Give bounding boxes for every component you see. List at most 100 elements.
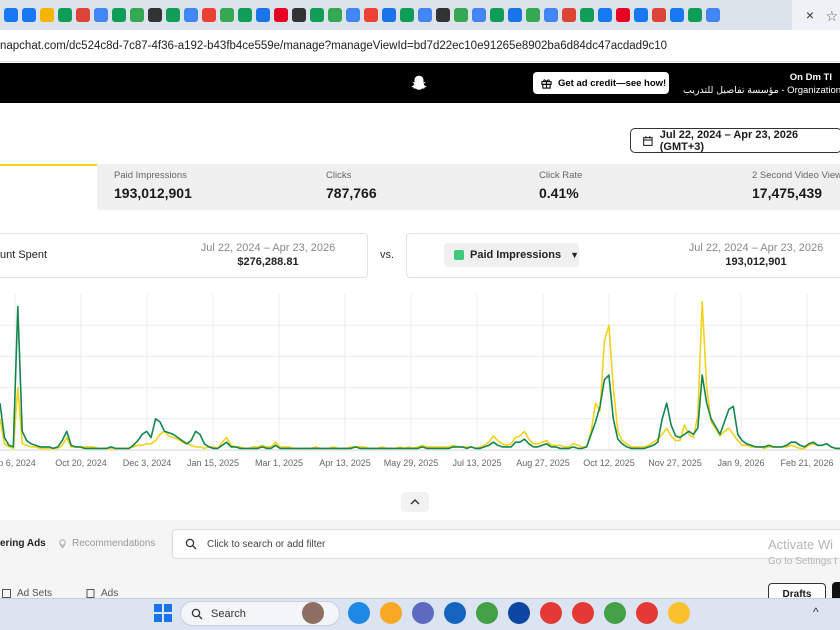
compare-metric-label: Paid Impressions <box>470 249 562 261</box>
tab-favicon-icon[interactable] <box>202 8 216 22</box>
tab-favicon-icon[interactable] <box>130 8 144 22</box>
collapse-chart-button[interactable] <box>401 492 429 512</box>
tab-favicon-icon[interactable] <box>220 8 234 22</box>
x-tick-label: p 6, 2024 <box>0 458 36 468</box>
edge-icon[interactable] <box>348 602 370 624</box>
tab-favicon-icon[interactable] <box>58 8 72 22</box>
tab-favicon-icon[interactable] <box>112 8 126 22</box>
chrome-profile-icon[interactable] <box>636 602 658 624</box>
metric-label: Paid Impressions <box>114 170 187 181</box>
line-chart[interactable]: p 6, 2024 Oct 20, 2024 Dec 3, 2024 Jan 15, … <box>0 290 840 476</box>
tab-favicon-icon[interactable] <box>292 8 306 22</box>
recommendations-label: Recommendations <box>72 538 156 549</box>
x-tick-label: Oct 20, 2024 <box>55 458 107 468</box>
tab-favicon-icon[interactable] <box>652 8 666 22</box>
tab-favicon-icon[interactable] <box>328 8 342 22</box>
compare-metric-select[interactable]: Paid Impressions ▼ <box>444 243 579 267</box>
series-color-swatch <box>454 250 464 260</box>
metric-tile-amount-spent[interactable] <box>0 164 97 210</box>
ad-credit-label: Get ad credit—see how! <box>558 77 667 89</box>
address-bar[interactable]: napchat.com/dc524c8d-7c87-4f36-a192-b43f… <box>0 30 840 62</box>
tab-favicon-icon[interactable] <box>706 8 720 22</box>
metric-value: 193,012,901 <box>114 185 192 201</box>
left-metric-label[interactable]: unt Spent <box>0 249 47 261</box>
get-ad-credit-button[interactable]: Get ad credit—see how! <box>533 72 669 94</box>
tab-favicon-icon[interactable] <box>310 8 324 22</box>
tab-favicon-icon[interactable] <box>580 8 594 22</box>
windows-start-icon[interactable] <box>152 602 174 624</box>
tab-favicon-icon[interactable] <box>544 8 558 22</box>
tab-favicon-icon[interactable] <box>4 8 18 22</box>
metric-value: 17,475,439 <box>752 185 823 201</box>
tab-favicon-icon[interactable] <box>184 8 198 22</box>
chrome-icon[interactable] <box>476 602 498 624</box>
metric-tile-click-rate[interactable]: Click Rate 0.41% <box>539 170 582 201</box>
tab-favicon-icon[interactable] <box>166 8 180 22</box>
close-tab-icon[interactable]: × <box>806 7 814 23</box>
search-icon <box>185 538 197 550</box>
tab-favicon-icon[interactable] <box>634 8 648 22</box>
metric-tile-clicks[interactable]: Clicks 787,766 <box>326 170 377 201</box>
series-line-amount-spent[interactable] <box>0 301 840 450</box>
date-range-picker[interactable]: Jul 22, 2024 – Apr 23, 2026 (GMT+3) <box>630 128 840 153</box>
bookmark-star-icon[interactable]: ☆ <box>825 8 838 25</box>
tab-favicon-icon[interactable] <box>274 8 288 22</box>
folder-icon[interactable] <box>380 602 402 624</box>
organization-name[interactable]: مؤسسة تفاصيل للتدريب - Organization A <box>683 85 840 96</box>
tab-favicon-icon[interactable] <box>400 8 414 22</box>
word-icon[interactable] <box>508 602 530 624</box>
tab-favicon-icon[interactable] <box>40 8 54 22</box>
metric-label: Clicks <box>326 170 352 181</box>
account-name[interactable]: On Dm Tl <box>790 72 832 83</box>
x-tick-label: Aug 27, 2025 <box>516 458 570 468</box>
metric-tile-video-views[interactable]: 2 Second Video Views 17,475,439 <box>752 170 840 201</box>
tab-favicon-icon[interactable] <box>436 8 450 22</box>
search-icon <box>191 608 203 619</box>
x-tick-label: Jan 15, 2025 <box>187 458 239 468</box>
chrome-profile-icon[interactable] <box>604 602 626 624</box>
tab-favicon-icon[interactable] <box>490 8 504 22</box>
x-tick-label: Apr 13, 2025 <box>319 458 371 468</box>
file-explorer-icon[interactable] <box>302 602 324 624</box>
tab-favicon-icon[interactable] <box>616 8 630 22</box>
right-total: 193,012,901 <box>725 256 787 268</box>
tab-favicon-icon[interactable] <box>670 8 684 22</box>
show-hidden-icons[interactable]: ^ <box>813 605 819 619</box>
x-tick-label: May 29, 2025 <box>384 458 439 468</box>
tab-favicon-icon[interactable] <box>94 8 108 22</box>
chrome-profile-icon[interactable] <box>540 602 562 624</box>
tab-favicon-icon[interactable] <box>688 8 702 22</box>
teams-icon[interactable] <box>412 602 434 624</box>
metric-tile-paid-impressions[interactable]: Paid Impressions 193,012,901 <box>114 170 192 201</box>
filter-search-input[interactable]: Click to search or add filter <box>172 529 840 559</box>
tab-favicon-icon[interactable] <box>256 8 270 22</box>
tab-delivering-ads[interactable]: ering Ads <box>0 538 46 549</box>
snapchat-ghost-icon[interactable] <box>410 74 428 92</box>
tab-favicon-icon[interactable] <box>382 8 396 22</box>
taskbar-search-label: Search <box>211 607 246 620</box>
tab-favicon-icon[interactable] <box>598 8 612 22</box>
tab-favicon-icon[interactable] <box>238 8 252 22</box>
tab-favicon-icon[interactable] <box>562 8 576 22</box>
chrome-profile-icon[interactable] <box>668 602 690 624</box>
ad-sets-icon <box>2 589 11 598</box>
chrome-profile-icon[interactable] <box>572 602 594 624</box>
tab-favicon-icon[interactable] <box>76 8 90 22</box>
x-tick-label: Oct 12, 2025 <box>583 458 635 468</box>
tab-recommendations[interactable]: Recommendations <box>58 538 155 549</box>
url-text[interactable]: napchat.com/dc524c8d-7c87-4f36-a192-b43f… <box>0 40 667 52</box>
metric-value: 0.41% <box>539 185 579 201</box>
tab-favicon-icon[interactable] <box>346 8 360 22</box>
tab-favicon-icon[interactable] <box>148 8 162 22</box>
calendar-icon <box>643 135 653 146</box>
tab-favicon-icon[interactable] <box>508 8 522 22</box>
tab-favicon-icon[interactable] <box>454 8 468 22</box>
x-tick-label: Jul 13, 2025 <box>452 458 501 468</box>
tab-favicon-icon[interactable] <box>418 8 432 22</box>
tab-favicon-icon[interactable] <box>22 8 36 22</box>
x-tick-label: Dec 3, 2024 <box>123 458 172 468</box>
tab-favicon-icon[interactable] <box>364 8 378 22</box>
outlook-icon[interactable] <box>444 602 466 624</box>
tab-favicon-icon[interactable] <box>526 8 540 22</box>
tab-favicon-icon[interactable] <box>472 8 486 22</box>
